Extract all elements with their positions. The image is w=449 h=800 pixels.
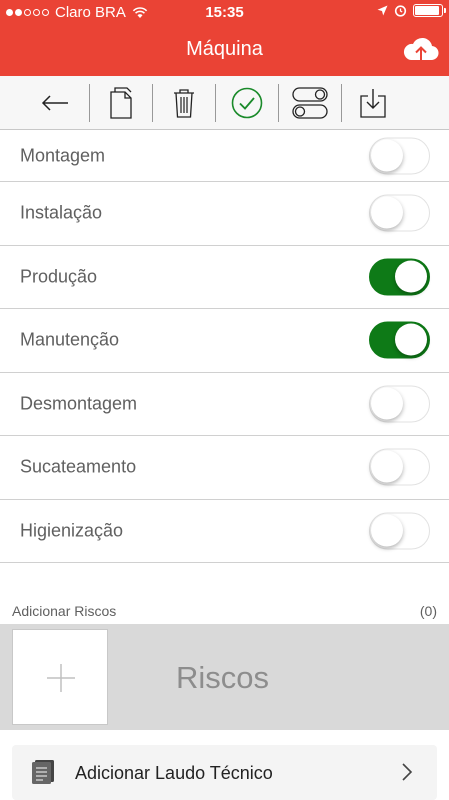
plus-icon (47, 664, 75, 692)
phase-list: Montagem Instalação Produção Manutenção … (0, 130, 449, 563)
add-laudo-tecnico-button[interactable]: Adicionar Laudo Técnico (12, 745, 437, 800)
riscos-header-label: Adicionar Riscos (12, 603, 117, 619)
back-button[interactable] (0, 83, 89, 123)
toggles-button[interactable] (279, 83, 341, 123)
delete-button[interactable] (153, 83, 215, 123)
riscos-label: Riscos (176, 660, 270, 695)
list-item: Montagem (0, 130, 449, 182)
toggles-icon (292, 86, 328, 119)
phase-label: Manutenção (20, 329, 120, 350)
battery-icon (413, 4, 446, 17)
riscos-section-header: Adicionar Riscos (0) (12, 603, 437, 619)
check-circle-icon (231, 87, 263, 118)
riscos-panel: Riscos (0, 624, 449, 730)
toolbar (0, 76, 449, 130)
alarm-clock-icon (394, 5, 407, 17)
trash-icon (174, 88, 194, 118)
location-arrow-icon (377, 5, 388, 16)
page-title: Máquina (186, 38, 263, 60)
list-item: Produção (0, 246, 449, 309)
list-item: Higienização (0, 500, 449, 563)
add-risco-button[interactable] (12, 629, 108, 725)
cloud-upload-icon[interactable] (401, 30, 441, 68)
phase-toggle[interactable] (369, 258, 430, 296)
phase-label: Sucateamento (20, 456, 137, 477)
list-item: Sucateamento (0, 436, 449, 500)
list-item: Desmontagem (0, 373, 449, 436)
list-item: Manutenção (0, 309, 449, 373)
phase-toggle[interactable] (369, 512, 430, 550)
phase-label: Montagem (20, 145, 106, 165)
confirm-button[interactable] (216, 83, 278, 123)
phase-toggle[interactable] (369, 448, 430, 486)
status-bar: Claro BRA 15:35 (0, 0, 449, 24)
download-tray-icon (360, 88, 386, 118)
copy-document-icon (110, 86, 132, 119)
phase-label: Produção (20, 266, 98, 287)
list-item: Instalação (0, 182, 449, 246)
phase-toggle[interactable] (369, 137, 430, 174)
back-arrow-icon (41, 94, 68, 111)
phase-toggle[interactable] (369, 385, 430, 423)
phase-label: Instalação (20, 202, 103, 223)
document-list-icon (32, 760, 54, 784)
phase-toggle[interactable] (369, 321, 430, 359)
navigation-bar: Máquina (0, 24, 449, 76)
duplicate-button[interactable] (90, 83, 152, 123)
phase-label: Desmontagem (20, 393, 138, 414)
laudo-label: Adicionar Laudo Técnico (75, 763, 273, 783)
chevron-right-icon (402, 763, 413, 781)
phase-label: Higienização (20, 520, 124, 541)
riscos-count: (0) (419, 603, 437, 619)
phase-toggle[interactable] (369, 194, 430, 232)
download-button[interactable] (342, 83, 404, 123)
